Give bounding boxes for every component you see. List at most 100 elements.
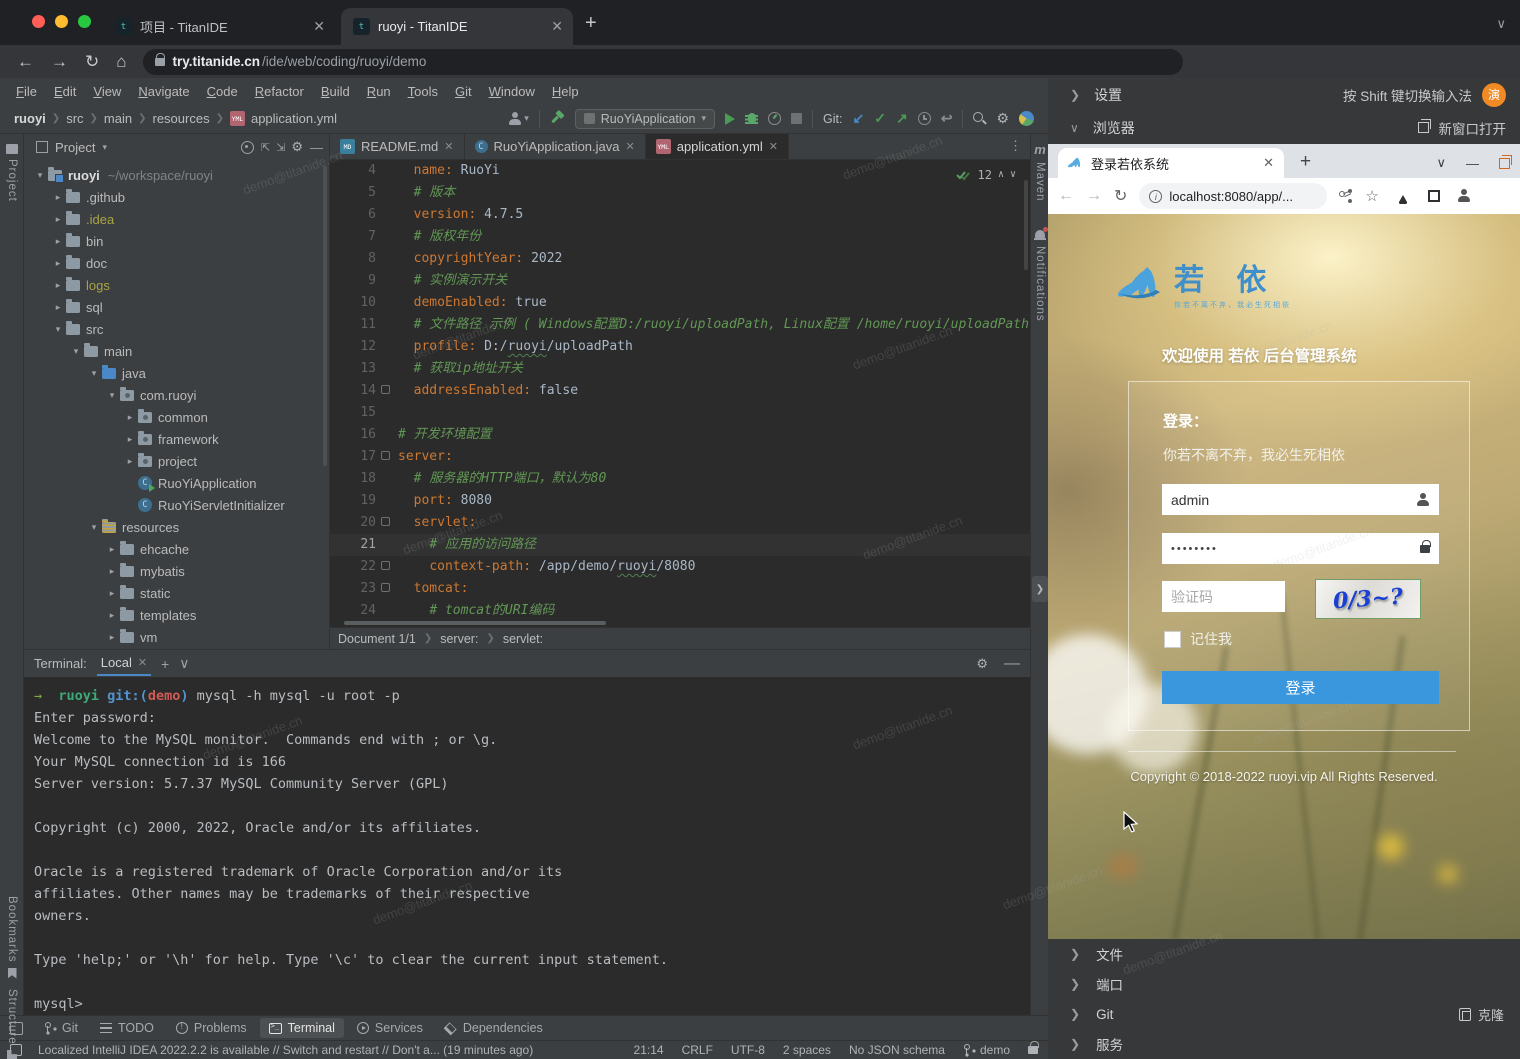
menu-help[interactable]: Help	[544, 81, 587, 102]
tab-list-icon[interactable]: ⋮	[1001, 134, 1030, 159]
tab-close-icon[interactable]: ✕	[551, 18, 563, 35]
tree-item-project[interactable]: ▸project	[24, 450, 329, 472]
fold-marker-icon[interactable]	[381, 583, 390, 592]
tree-item-RuoYiApplication[interactable]: CRuoYiApplication	[24, 472, 329, 494]
editor-tab-close-icon[interactable]: ✕	[444, 140, 453, 153]
embedded-back-icon[interactable]: ←	[1058, 187, 1074, 205]
history-icon[interactable]	[918, 112, 931, 125]
tree-chevron-icon[interactable]: ▸	[50, 192, 66, 203]
tree-item-resources[interactable]: ▾resources	[24, 516, 329, 538]
tab-close-icon[interactable]: ✕	[313, 18, 325, 35]
stop-icon[interactable]	[791, 113, 802, 124]
terminal-tab-close-icon[interactable]: ✕	[138, 656, 147, 669]
fold-marker-icon[interactable]	[381, 385, 390, 394]
tree-item-common[interactable]: ▸common	[24, 406, 329, 428]
breadcrumb-item[interactable]: resources	[153, 111, 210, 126]
stripe-maven[interactable]: m Maven	[1031, 142, 1049, 202]
embedded-minimize-icon[interactable]: —	[1466, 156, 1479, 171]
menu-build[interactable]: Build	[313, 81, 358, 102]
doc-breadcrumb-item[interactable]: server:	[440, 632, 478, 646]
hide-panel-icon[interactable]: —	[310, 140, 323, 155]
tree-chevron-icon[interactable]: ▾	[104, 390, 120, 401]
tree-item-framework[interactable]: ▸framework	[24, 428, 329, 450]
tree-item-mybatis[interactable]: ▸mybatis	[24, 560, 329, 582]
tree-item-templates[interactable]: ▸templates	[24, 604, 329, 626]
run-configuration-select[interactable]: RuoYiApplication ▾	[575, 109, 715, 129]
rollback-icon[interactable]: ↩	[941, 110, 953, 127]
settings-gear-icon[interactable]: ⚙	[996, 110, 1009, 127]
menu-window[interactable]: Window	[481, 81, 543, 102]
caret-position[interactable]: 21:14	[634, 1043, 664, 1057]
embedded-share-icon[interactable]	[1339, 189, 1353, 203]
readonly-lock-icon[interactable]	[1028, 1046, 1038, 1054]
editor-tab-application-yml[interactable]: YMLapplication.yml✕	[646, 134, 789, 159]
project-panel-title[interactable]: Project	[55, 140, 95, 155]
breadcrumb-item[interactable]: ruoyi	[14, 111, 46, 126]
terminal-output[interactable]: → ruoyi git:(demo) mysql -h mysql -u roo…	[24, 677, 1030, 1015]
git-branch-widget[interactable]: demo	[963, 1043, 1010, 1057]
tree-item-static[interactable]: ▸static	[24, 582, 329, 604]
git-update-icon[interactable]: ↙	[853, 110, 865, 127]
tree-item-sql[interactable]: ▸sql	[24, 296, 329, 318]
menu-file[interactable]: File	[8, 81, 45, 102]
settings-section-row[interactable]: ❯ 设置 按 Shift 键切换输入法 演	[1048, 78, 1520, 111]
tree-chevron-icon[interactable]: ▾	[86, 522, 102, 533]
editor-tab-close-icon[interactable]: ✕	[626, 140, 635, 153]
menu-code[interactable]: Code	[199, 81, 246, 102]
breadcrumb-item[interactable]: application.yml	[251, 111, 337, 126]
captcha-field[interactable]: 验证码	[1162, 581, 1285, 612]
tree-item-github[interactable]: ▸.github	[24, 186, 329, 208]
tree-chevron-icon[interactable]: ▸	[50, 302, 66, 313]
toolwindow-terminal[interactable]: Terminal	[260, 1018, 344, 1038]
embedded-address-bar[interactable]: i localhost:8080/app/...	[1139, 183, 1327, 209]
file-encoding[interactable]: UTF-8	[731, 1043, 765, 1057]
browser-tab-ruoyi[interactable]: t ruoyi - TitanIDE ✕	[341, 8, 573, 45]
fold-marker-icon[interactable]	[381, 451, 390, 460]
menu-view[interactable]: View	[85, 81, 129, 102]
toolwindow-todo[interactable]: TODO	[91, 1018, 163, 1038]
next-problem-icon[interactable]: ∨	[1010, 164, 1016, 186]
tree-item-doc[interactable]: ▸doc	[24, 252, 329, 274]
toolwindow-git[interactable]: Git	[35, 1018, 87, 1038]
tree-chevron-icon[interactable]: ▸	[122, 456, 138, 467]
project-options-gear-icon[interactable]: ⚙	[291, 139, 303, 155]
terminal-options-chevron-icon[interactable]: ∨	[179, 655, 189, 672]
tree-item-src[interactable]: ▾src	[24, 318, 329, 340]
build-hammer-icon[interactable]	[550, 111, 565, 126]
login-button[interactable]: 登录	[1162, 671, 1439, 704]
back-icon[interactable]: ←	[17, 52, 34, 72]
menu-git[interactable]: Git	[447, 81, 480, 102]
breadcrumb-item[interactable]: src	[66, 111, 83, 126]
tree-chevron-icon[interactable]: ▸	[122, 434, 138, 445]
browser-section-row[interactable]: ∨ 浏览器 新窗口打开	[1048, 111, 1520, 144]
doc-breadcrumb-item[interactable]: Document 1/1	[338, 632, 416, 646]
captcha-image[interactable]: 0/3~?	[1315, 579, 1421, 619]
remember-checkbox[interactable]	[1164, 631, 1181, 648]
menu-tools[interactable]: Tools	[400, 81, 446, 102]
toolwindow-dependencies[interactable]: Dependencies	[436, 1018, 552, 1038]
tree-chevron-icon[interactable]: ▾	[86, 368, 102, 379]
new-terminal-icon[interactable]: +	[161, 656, 169, 672]
prev-problem-icon[interactable]: ∧	[998, 164, 1004, 186]
embedded-restore-icon[interactable]	[1499, 158, 1510, 169]
code-with-me-icon[interactable]: ▾	[508, 112, 529, 126]
stripe-bookmarks[interactable]: Bookmarks	[0, 896, 24, 979]
clone-button[interactable]: 克隆	[1459, 1005, 1504, 1024]
fold-marker-icon[interactable]	[381, 517, 390, 526]
debug-icon[interactable]	[745, 112, 758, 125]
open-new-window-label[interactable]: 新窗口打开	[1439, 118, 1507, 138]
browser-tab-project[interactable]: t 项目 - TitanIDE ✕	[103, 8, 335, 45]
git-push-icon[interactable]: ↗	[896, 110, 908, 127]
code-editor[interactable]: 12 ∧ ∨ 4 name: RuoYi5 # 版本6 version: 4.7…	[330, 160, 1030, 619]
editor-tab-close-icon[interactable]: ✕	[769, 140, 778, 153]
new-tab-button[interactable]: +	[585, 14, 597, 32]
tree-chevron-icon[interactable]: ▾	[50, 324, 66, 335]
tree-chevron-icon[interactable]: ▸	[50, 236, 66, 247]
tree-chevron-icon[interactable]: ▸	[104, 632, 120, 643]
json-schema[interactable]: No JSON schema	[849, 1043, 945, 1057]
tree-chevron-icon[interactable]: ▸	[104, 610, 120, 621]
tree-chevron-icon[interactable]: ▾	[32, 170, 48, 181]
line-ending[interactable]: CRLF	[682, 1043, 713, 1057]
tree-chevron-icon[interactable]: ▸	[122, 412, 138, 423]
tree-item-RuoYiServletInitializer[interactable]: CRuoYiServletInitializer	[24, 494, 329, 516]
